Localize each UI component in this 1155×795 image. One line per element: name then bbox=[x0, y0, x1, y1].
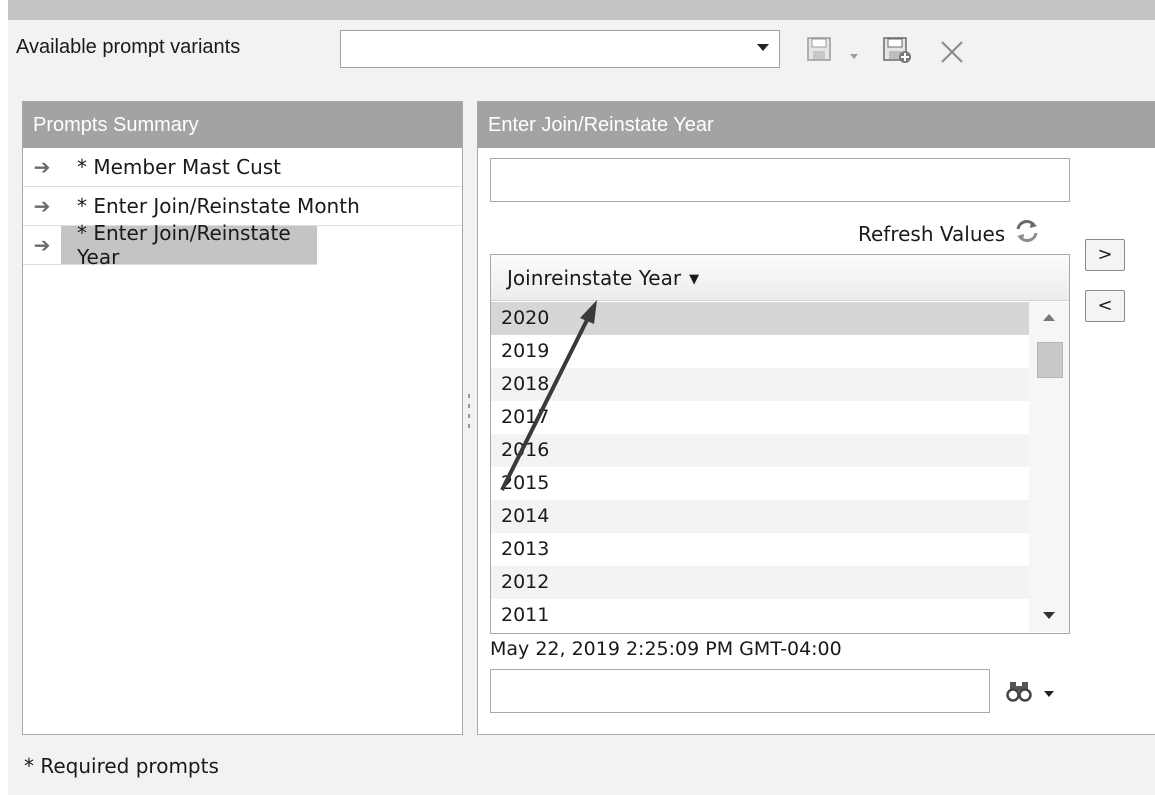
arrow-right-icon: ➔ bbox=[33, 155, 51, 179]
summary-item-label: * Member Mast Cust bbox=[77, 155, 282, 179]
list-item[interactable]: 2017 bbox=[491, 401, 1029, 434]
list-item[interactable]: 2018 bbox=[491, 368, 1029, 401]
add-value-button[interactable]: > bbox=[1085, 239, 1125, 271]
summary-item-member-mast-cust[interactable]: ➔ * Member Mast Cust bbox=[23, 148, 462, 187]
search-options-chevron-icon[interactable] bbox=[1044, 691, 1054, 697]
scroll-up-icon[interactable] bbox=[1043, 314, 1055, 321]
scroll-down-icon[interactable] bbox=[1043, 612, 1055, 619]
prompt-detail-title: Enter Join/Reinstate Year bbox=[478, 102, 1155, 148]
remove-value-button[interactable]: < bbox=[1085, 290, 1125, 322]
refresh-values-button[interactable]: Refresh Values bbox=[858, 218, 1041, 249]
list-item[interactable]: 2015 bbox=[491, 467, 1029, 500]
prompts-summary-panel: Prompts Summary ➔ * Member Mast Cust ➔ *… bbox=[22, 101, 463, 735]
binoculars-icon[interactable] bbox=[1006, 680, 1032, 706]
panel-splitter[interactable] bbox=[467, 388, 471, 446]
prompts-summary-title: Prompts Summary bbox=[23, 102, 462, 148]
list-item[interactable]: 2020 bbox=[491, 302, 1029, 335]
list-scrollbar[interactable] bbox=[1029, 302, 1069, 632]
arrow-right-icon: ➔ bbox=[33, 233, 51, 257]
sort-caret-icon[interactable]: ▼ bbox=[689, 257, 699, 303]
top-bar bbox=[0, 0, 1155, 20]
list-rows: 2020 2019 2018 2017 2016 2015 2014 2013 … bbox=[491, 302, 1029, 632]
list-column-header-label: Joinreinstate Year bbox=[507, 266, 682, 290]
refresh-icon[interactable] bbox=[1013, 218, 1041, 249]
refresh-values-label: Refresh Values bbox=[858, 221, 1006, 246]
prompt-detail-panel: Enter Join/Reinstate Year Refresh Values… bbox=[477, 101, 1155, 735]
variants-label: Available prompt variants bbox=[16, 36, 241, 58]
chevron-down-icon[interactable] bbox=[757, 44, 769, 51]
list-item[interactable]: 2014 bbox=[491, 500, 1029, 533]
list-item[interactable]: 2012 bbox=[491, 566, 1029, 599]
save-icon[interactable] bbox=[806, 36, 832, 66]
selected-values-field[interactable] bbox=[490, 158, 1070, 202]
chevron-down-icon[interactable] bbox=[848, 46, 860, 65]
list-item[interactable]: 2011 bbox=[491, 599, 1029, 632]
arrow-right-icon: ➔ bbox=[33, 194, 51, 218]
left-edge bbox=[0, 0, 8, 795]
summary-item-join-year[interactable]: ➔ * Enter Join/Reinstate Year bbox=[23, 221, 317, 269]
last-refresh-timestamp: May 22, 2019 2:25:09 PM GMT-04:00 bbox=[490, 638, 842, 660]
close-icon[interactable] bbox=[938, 38, 966, 70]
values-list: Joinreinstate Year ▼ 2020 2019 2018 2017 … bbox=[490, 254, 1070, 634]
required-prompts-note: * Required prompts bbox=[24, 754, 219, 778]
list-column-header[interactable]: Joinreinstate Year ▼ bbox=[491, 255, 1069, 301]
scroll-thumb[interactable] bbox=[1037, 342, 1063, 378]
list-item[interactable]: 2013 bbox=[491, 533, 1029, 566]
summary-item-label: * Enter Join/Reinstate Year bbox=[61, 221, 317, 269]
variants-dropdown[interactable] bbox=[340, 30, 780, 68]
summary-item-label: * Enter Join/Reinstate Month bbox=[77, 194, 360, 218]
list-item[interactable]: 2019 bbox=[491, 335, 1029, 368]
list-item[interactable]: 2016 bbox=[491, 434, 1029, 467]
save-as-icon[interactable] bbox=[882, 36, 912, 68]
search-input[interactable] bbox=[490, 669, 990, 713]
